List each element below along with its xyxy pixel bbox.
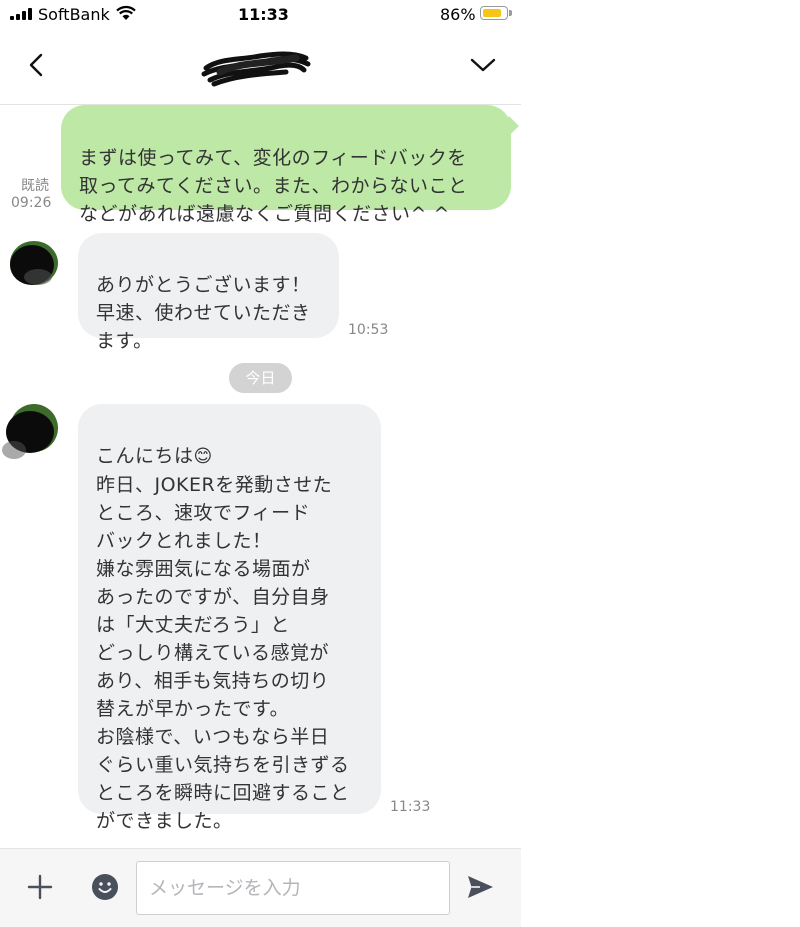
redacted-contact-name <box>201 51 311 87</box>
battery-icon <box>480 6 508 20</box>
message-list[interactable]: まずは使ってみて、変化のフィードバックを 取ってみてください。また、わからないこ… <box>0 105 521 847</box>
chat-header <box>0 30 521 105</box>
message-time: 09:26 <box>11 195 52 211</box>
incoming-message-bubble[interactable]: こんにちは😊 昨日、JOKERを発動させた ところ、速攻でフィード バックとれまし… <box>78 404 381 832</box>
status-time: 11:33 <box>238 5 289 24</box>
outgoing-message-bubble[interactable]: まずは使ってみて、変化のフィードバックを 取ってみてください。また、わからないこ… <box>61 105 511 225</box>
message-text: まずは使ってみて、変化のフィードバックを 取ってみてください。また、わからないこ… <box>79 147 468 225</box>
message-text: ありがとうございます！ 早速、使わせていただき ます。 <box>96 274 311 352</box>
battery-cap <box>509 10 512 16</box>
avatar[interactable] <box>2 233 62 293</box>
message-time: 11:33 <box>390 799 431 815</box>
message-time: 10:53 <box>348 322 389 338</box>
message-text-greeting: こんにちは <box>96 445 194 467</box>
plus-icon[interactable] <box>26 873 54 901</box>
battery-fill <box>483 9 502 17</box>
chevron-down-icon[interactable] <box>466 50 500 80</box>
incoming-message-bubble[interactable]: ありがとうございます！ 早速、使わせていただき ます。 <box>78 233 339 352</box>
signal-icon <box>10 8 34 20</box>
battery-percent: 86% <box>440 5 476 24</box>
status-bar: SoftBank 11:33 86% <box>0 0 521 30</box>
smiling-face-emoji-icon: 😊 <box>193 446 213 467</box>
read-receipt: 既読 <box>21 178 49 194</box>
wifi-icon <box>116 5 136 20</box>
message-text: 昨日、JOKERを発動させた ところ、速攻でフィード バックとれました！ 嫌な雰… <box>96 474 350 832</box>
carrier-label: SoftBank <box>38 5 110 24</box>
avatar[interactable] <box>0 402 60 462</box>
send-icon[interactable] <box>465 873 495 901</box>
message-composer <box>0 848 521 927</box>
smile-icon[interactable] <box>91 873 119 901</box>
chevron-left-icon[interactable] <box>22 50 52 80</box>
chat-screen: SoftBank 11:33 86% まずは使ってみて、変化のフィードバックを <box>0 0 521 927</box>
date-separator: 今日 <box>229 363 292 393</box>
message-input[interactable] <box>136 861 450 915</box>
